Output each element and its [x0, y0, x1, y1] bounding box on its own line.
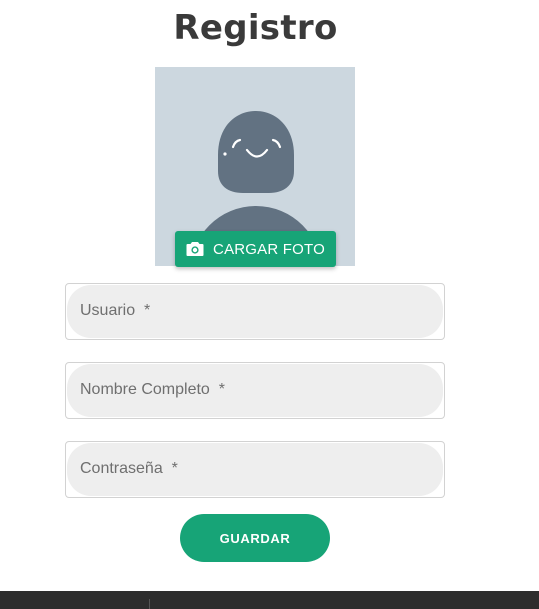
contrasena-field-label: Contraseña *: [80, 460, 178, 477]
usuario-field-label: Usuario *: [80, 302, 151, 319]
upload-photo-label: CARGAR FOTO: [213, 240, 325, 258]
nombre-completo-field-label: Nombre Completo *: [80, 381, 225, 398]
contrasena-field[interactable]: Contraseña *: [65, 441, 445, 498]
camera-icon: [186, 241, 204, 257]
page-title: Registro: [173, 8, 338, 48]
save-button[interactable]: GUARDAR: [180, 514, 330, 562]
usuario-field[interactable]: Usuario *: [65, 283, 445, 340]
footer-bar: [0, 591, 539, 609]
footer-divider: [149, 599, 150, 609]
upload-photo-button[interactable]: CARGAR FOTO: [175, 231, 336, 267]
nombre-completo-field[interactable]: Nombre Completo *: [65, 362, 445, 419]
